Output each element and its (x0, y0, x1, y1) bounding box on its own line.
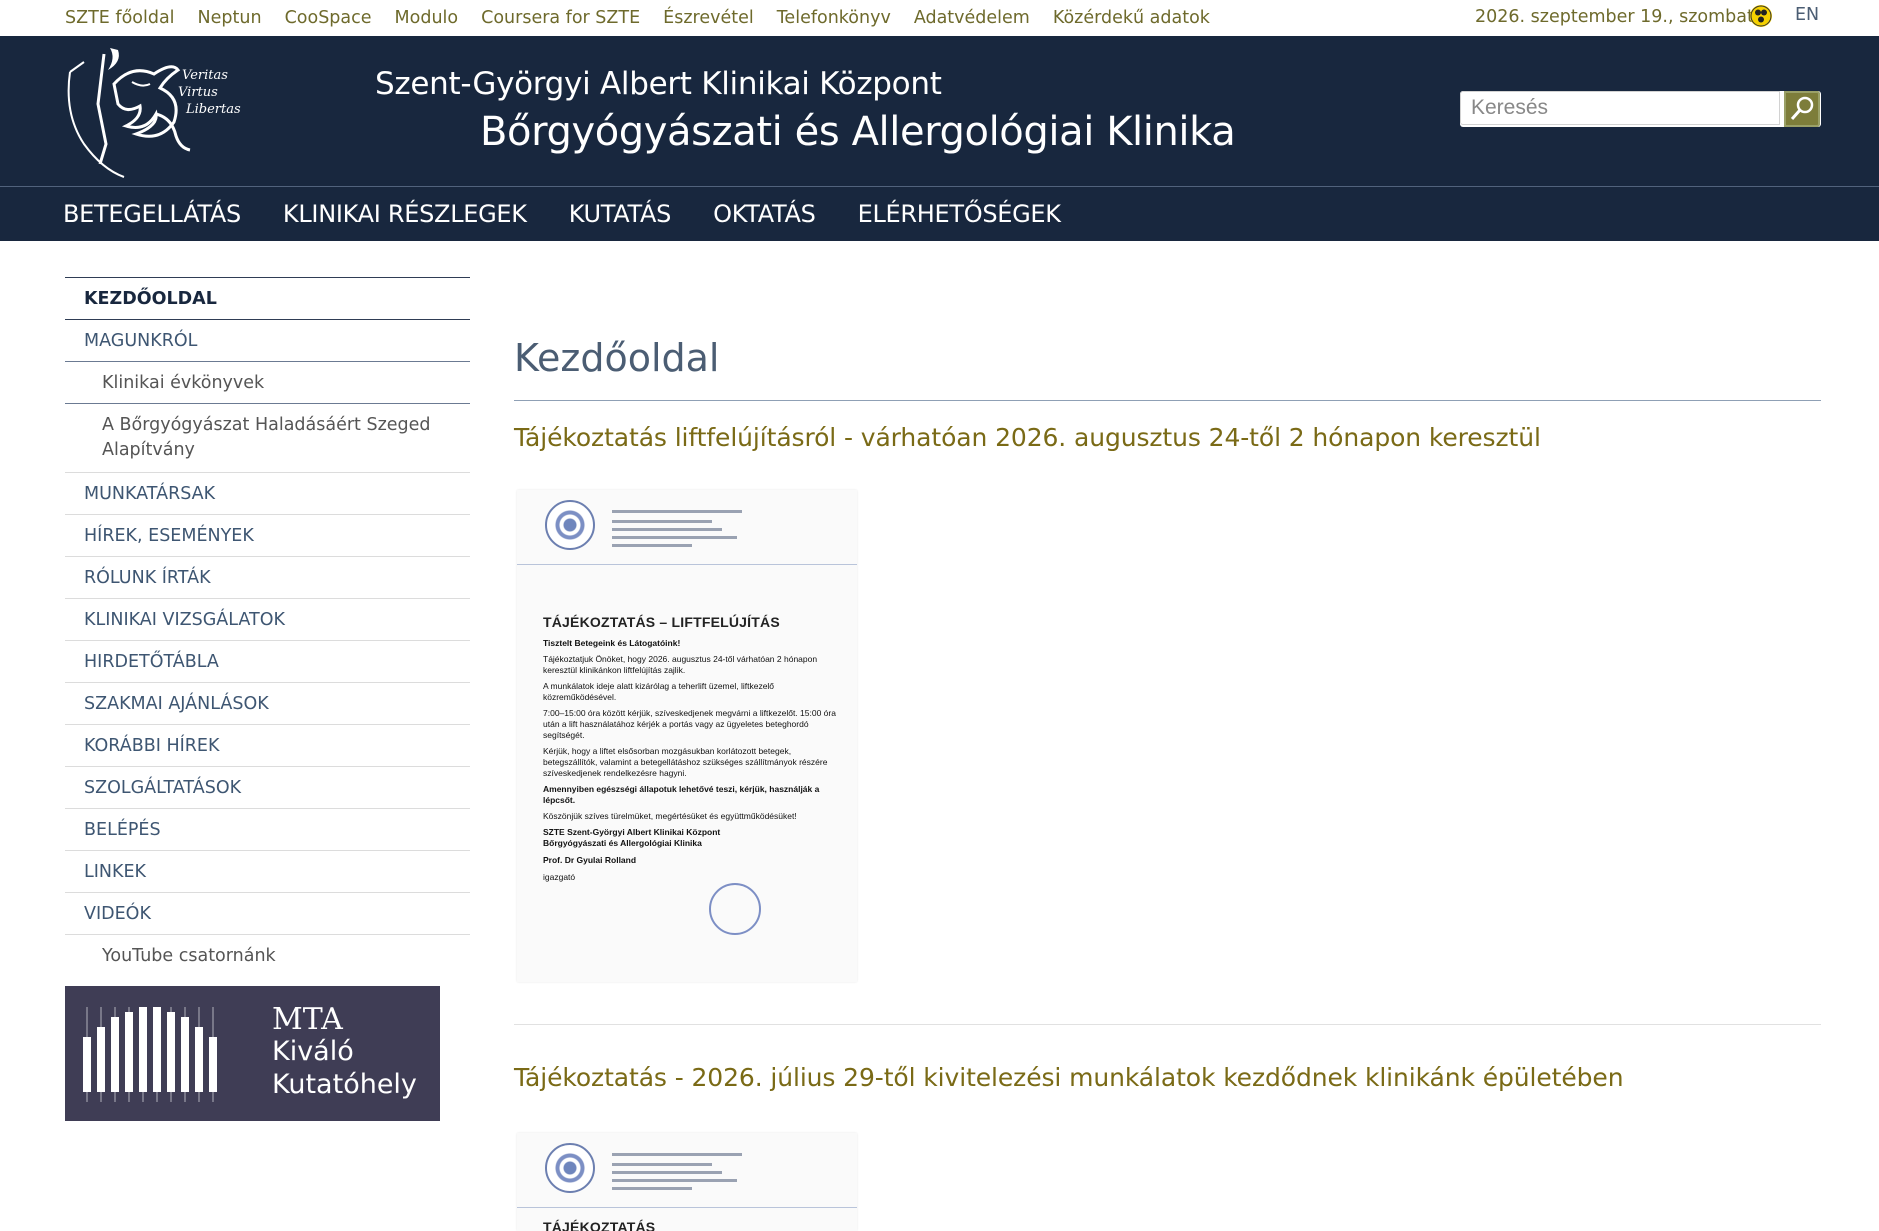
main-content: Kezdőoldal Tájékoztatás liftfelújításról… (514, 330, 1821, 1231)
notice-signature-name: Prof. Dr Gyulai Rolland (543, 855, 637, 865)
sidebar-menu: KEZDŐOLDAL MAGUNKRÓL Klinikai évkönyvek … (65, 277, 470, 976)
news-divider (514, 1024, 1821, 1025)
sidebar-item-home[interactable]: KEZDŐOLDAL (65, 278, 470, 320)
utility-links: SZTE főoldal Neptun CooSpace Modulo Cour… (65, 0, 1233, 36)
sidebar-item-foundation-label: A Bőrgyógyászat Haladásáért Szeged Alapí… (102, 415, 431, 460)
title-divider (514, 400, 1821, 401)
notice-signature-clinic: Bőrgyógyászati és Allergológiai Klinika (543, 838, 702, 848)
clinic-seal-icon (545, 1143, 595, 1193)
mta-banner[interactable]: MTA Kiváló Kutatóhely (65, 986, 440, 1121)
notice-paragraph-5: Amennyiben egészségi állapotuk lehetővé … (543, 784, 820, 805)
notice-title: TÁJÉKOZTATÁS – LIFTFELÚJÍTÁS (543, 614, 780, 630)
nav-contacts[interactable]: ELÉRHETŐSÉGEK (858, 200, 1061, 228)
piano-keys-icon (83, 1007, 217, 1102)
current-date: 2026. szeptember 19., szombat (1475, 7, 1754, 27)
language-switch[interactable]: EN (1795, 5, 1819, 25)
news-title-1[interactable]: Tájékoztatás liftfelújításról - várhatóa… (514, 423, 1541, 452)
mta-banner-line3: Kutatóhely (272, 1069, 417, 1100)
sidebar-item-links[interactable]: LINKEK (65, 851, 470, 893)
site-title[interactable]: Bőrgyógyászati és Allergológiai Klinika (480, 109, 1236, 155)
notice-paragraph-2: A munkálatok ideje alatt kizárólag a teh… (543, 681, 775, 702)
sidebar-item-clinical-trials[interactable]: KLINIKAI VIZSGÁLATOK (65, 599, 470, 641)
official-stamp-icon (709, 883, 761, 935)
sidebar-item-archive[interactable]: KORÁBBI HÍREK (65, 725, 470, 767)
site-subtitle: Szent-Györgyi Albert Klinikai Központ (375, 66, 942, 102)
sidebar-item-staff[interactable]: MUNKATÁRSAK (65, 473, 470, 515)
sidebar-item-login[interactable]: BELÉPÉS (65, 809, 470, 851)
notice-letterhead (517, 1133, 857, 1208)
nav-education[interactable]: OKTATÁS (713, 200, 816, 228)
university-logo[interactable]: Veritas Virtus Libertas (62, 44, 292, 179)
magnifier-icon (1790, 96, 1814, 120)
logo-motto-1: Veritas (182, 68, 228, 83)
sidebar-item-videos[interactable]: VIDEÓK (65, 893, 470, 935)
notice-signature-role: igazgató (543, 872, 576, 882)
utility-link-phonebook[interactable]: Telefonkönyv (777, 8, 891, 28)
logo-motto-3: Libertas (185, 102, 241, 117)
search-box (1460, 91, 1821, 127)
nav-research[interactable]: KUTATÁS (569, 200, 672, 228)
page-title: Kezdőoldal (514, 336, 720, 380)
search-button[interactable] (1784, 91, 1820, 127)
contrast-icon[interactable] (1750, 5, 1772, 27)
sidebar-item-noticeboard[interactable]: HIRDETŐTÁBLA (65, 641, 470, 683)
news-image-2[interactable]: TÁJÉKOZTATÁS (517, 1133, 857, 1231)
sidebar-item-news[interactable]: HÍREK, ESEMÉNYEK (65, 515, 470, 557)
notice-letterhead (517, 490, 857, 565)
utility-link-neptun[interactable]: Neptun (198, 8, 262, 28)
sidebar-item-press[interactable]: RÓLUNK ÍRTÁK (65, 557, 470, 599)
notice-paragraph-3: 7:00–15:00 óra között kérjük, szíveskedj… (543, 708, 836, 740)
mta-banner-line2: Kiváló (272, 1036, 354, 1067)
utility-link-coursera[interactable]: Coursera for SZTE (481, 8, 640, 28)
sidebar-item-services[interactable]: SZOLGÁLTATÁSOK (65, 767, 470, 809)
search-input[interactable] (1460, 91, 1780, 125)
utility-link-coospace[interactable]: CooSpace (285, 8, 372, 28)
utility-link-modulo[interactable]: Modulo (395, 8, 459, 28)
site-header: Veritas Virtus Libertas Szent-Györgyi Al… (0, 36, 1879, 187)
notice-greeting: Tisztelt Betegeink és Látogatóink! (543, 638, 681, 648)
notice-paragraph-1: Tájékoztatjuk Önöket, hogy 2026. auguszt… (543, 654, 818, 675)
utility-bar: SZTE főoldal Neptun CooSpace Modulo Cour… (0, 0, 1879, 36)
news-image-1[interactable]: TÁJÉKOZTATÁS – LIFTFELÚJÍTÁS Tisztelt Be… (517, 490, 857, 982)
nav-clinical-departments[interactable]: KLINIKAI RÉSZLEGEK (283, 200, 527, 228)
sidebar-item-yearbooks[interactable]: Klinikai évkönyvek (65, 362, 470, 404)
sidebar-item-foundation[interactable]: A Bőrgyógyászat Haladásáért Szeged Alapí… (65, 404, 470, 473)
sidebar-item-about[interactable]: MAGUNKRÓL (65, 320, 470, 362)
notice-paragraph-4: Kérjük, hogy a liftet elsősorban mozgásu… (543, 746, 828, 778)
sidebar-item-youtube[interactable]: YouTube csatornánk (65, 935, 470, 976)
main-navigation: BETEGELLÁTÁS KLINIKAI RÉSZLEGEK KUTATÁS … (0, 187, 1879, 241)
notice-body: Tisztelt Betegeink és Látogatóink! Tájék… (543, 638, 843, 883)
sidebar-item-recommendations[interactable]: SZAKMAI AJÁNLÁSOK (65, 683, 470, 725)
notice-title: TÁJÉKOZTATÁS (543, 1219, 656, 1231)
mta-banner-line1: MTA (272, 1002, 343, 1037)
utility-link-privacy[interactable]: Adatvédelem (914, 8, 1030, 28)
utility-link-feedback[interactable]: Észrevétel (663, 8, 754, 28)
notice-paragraph-6: Köszönjük szíves türelmüket, megértésüke… (543, 811, 797, 821)
notice-signature-org: SZTE Szent-Györgyi Albert Klinikai Közpo… (543, 827, 721, 837)
utility-link-public-data[interactable]: Közérdekű adatok (1053, 8, 1210, 28)
nav-patient-care[interactable]: BETEGELLÁTÁS (63, 200, 241, 228)
news-title-2[interactable]: Tájékoztatás - 2026. július 29-től kivit… (514, 1063, 1624, 1092)
utility-link-szte[interactable]: SZTE főoldal (65, 8, 175, 28)
clinic-seal-icon (545, 500, 595, 550)
logo-motto-2: Virtus (178, 85, 218, 100)
